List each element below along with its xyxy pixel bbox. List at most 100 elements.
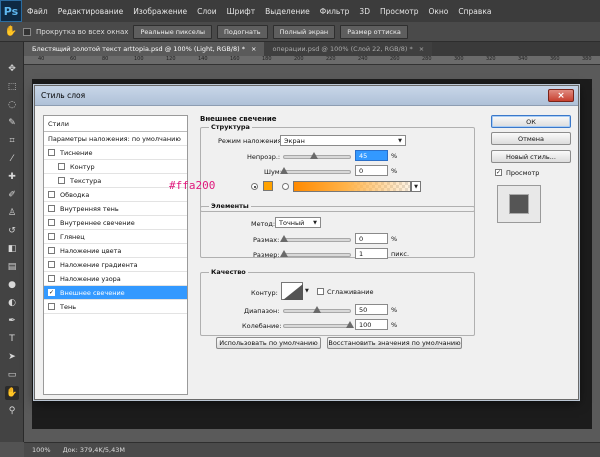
style-checkbox[interactable]: [48, 191, 55, 198]
chevron-down-icon[interactable]: ▼: [305, 288, 309, 294]
fill-screen-button[interactable]: Полный экран: [272, 24, 336, 39]
style-item[interactable]: Тень: [44, 300, 187, 314]
tab-document-2[interactable]: операции.psd @ 100% (Слой 22, RGB/8) * ×: [264, 42, 433, 56]
noise-slider[interactable]: [280, 167, 351, 174]
opacity-slider[interactable]: [283, 152, 351, 159]
scroll-all-checkbox[interactable]: [23, 27, 31, 36]
style-checkbox[interactable]: ✓: [48, 289, 55, 296]
quick-select-tool-icon[interactable]: ✎: [5, 116, 19, 130]
style-item[interactable]: Наложение градиента: [44, 258, 187, 272]
style-checkbox[interactable]: [48, 261, 55, 268]
range-slider[interactable]: [283, 306, 351, 313]
antialias-checkbox[interactable]: [317, 288, 324, 295]
blend-mode-select[interactable]: Экран ▼: [280, 135, 406, 146]
brush-tool-icon[interactable]: ✐: [5, 188, 19, 202]
glow-gradient-swatch[interactable]: [293, 181, 411, 192]
path-select-tool-icon[interactable]: ➤: [5, 350, 19, 364]
style-checkbox[interactable]: [48, 303, 55, 310]
style-item[interactable]: Текстура: [44, 174, 187, 188]
chevron-down-icon[interactable]: ▼: [411, 181, 421, 192]
style-item[interactable]: Обводка: [44, 188, 187, 202]
actual-pixels-button[interactable]: Реальные пикселы: [133, 24, 213, 39]
style-checkbox[interactable]: [58, 163, 65, 170]
opacity-slider-thumb[interactable]: [309, 152, 318, 159]
pen-tool-icon[interactable]: ✒: [5, 314, 19, 328]
type-tool-icon[interactable]: T: [5, 332, 19, 346]
eraser-tool-icon[interactable]: ◧: [5, 242, 19, 256]
zoom-tool-icon[interactable]: ⚲: [5, 404, 19, 418]
menu-item[interactable]: Просмотр: [375, 7, 424, 16]
menu-item[interactable]: Выделение: [260, 7, 315, 16]
style-item[interactable]: Тиснение: [44, 146, 187, 160]
zoom-level[interactable]: 100%: [32, 446, 51, 454]
menu-item[interactable]: Редактирование: [53, 7, 128, 16]
opacity-input[interactable]: 45: [355, 150, 388, 161]
close-icon[interactable]: ×: [419, 45, 424, 53]
new-style-button[interactable]: Новый стиль...: [491, 150, 571, 163]
menu-item[interactable]: Фильтр: [315, 7, 355, 16]
lasso-tool-icon[interactable]: ◌: [5, 98, 19, 112]
move-tool-icon[interactable]: ✥: [5, 62, 19, 76]
style-item[interactable]: Контур: [44, 160, 187, 174]
size-slider[interactable]: [280, 250, 351, 257]
gradient-tool-icon[interactable]: ▤: [5, 260, 19, 274]
spread-slider-thumb[interactable]: [280, 235, 288, 242]
size-slider-thumb[interactable]: [280, 250, 289, 257]
style-item[interactable]: Внутреннее свечение: [44, 216, 187, 230]
size-input[interactable]: 1: [355, 248, 388, 259]
tab-document-1[interactable]: Блестящий золотой текст arttopia.psd @ 1…: [24, 42, 265, 56]
style-checkbox[interactable]: [48, 275, 55, 282]
hand-tool-icon-panel[interactable]: ✋: [5, 386, 19, 400]
ok-button[interactable]: ОК: [491, 115, 571, 128]
jitter-slider-thumb[interactable]: [346, 321, 354, 328]
spread-input[interactable]: 0: [355, 233, 388, 244]
style-item[interactable]: Параметры наложения: по умолчанию: [44, 132, 187, 146]
spread-slider[interactable]: [280, 235, 351, 242]
style-checkbox[interactable]: [58, 177, 65, 184]
noise-input[interactable]: 0: [355, 165, 388, 176]
style-item[interactable]: Наложение узора: [44, 272, 187, 286]
styles-header[interactable]: Стили: [44, 116, 187, 132]
healing-tool-icon[interactable]: ✚: [5, 170, 19, 184]
style-checkbox[interactable]: [48, 247, 55, 254]
style-checkbox[interactable]: [48, 233, 55, 240]
close-icon[interactable]: ×: [251, 45, 256, 53]
method-select[interactable]: Точный ▼: [275, 217, 321, 228]
menu-item[interactable]: Слои: [192, 7, 222, 16]
fit-screen-button[interactable]: Подогнать: [217, 24, 268, 39]
history-brush-tool-icon[interactable]: ↺: [5, 224, 19, 238]
contour-preview[interactable]: [281, 282, 303, 300]
cancel-button[interactable]: Отмена: [491, 132, 571, 145]
style-item[interactable]: Наложение цвета: [44, 244, 187, 258]
reset-default-button[interactable]: Восстановить значения по умолчанию: [327, 337, 462, 349]
glow-color-swatch[interactable]: [263, 181, 273, 191]
menu-item[interactable]: Шрифт: [222, 7, 260, 16]
eyedropper-tool-icon[interactable]: ⁄: [5, 152, 19, 166]
print-size-button[interactable]: Размер оттиска: [340, 24, 408, 39]
gradient-radio[interactable]: [282, 183, 289, 190]
style-checkbox[interactable]: [48, 219, 55, 226]
make-default-button[interactable]: Использовать по умолчанию: [216, 337, 321, 349]
noise-slider-thumb[interactable]: [280, 167, 288, 174]
menu-item[interactable]: 3D: [354, 7, 375, 16]
solid-color-radio[interactable]: [251, 183, 258, 190]
style-checkbox[interactable]: [48, 149, 55, 156]
menu-item[interactable]: Справка: [453, 7, 496, 16]
preview-checkbox[interactable]: ✓: [495, 169, 502, 176]
jitter-slider[interactable]: [283, 321, 354, 328]
jitter-input[interactable]: 100: [355, 319, 388, 330]
dodge-tool-icon[interactable]: ◐: [5, 296, 19, 310]
range-slider-thumb[interactable]: [313, 306, 321, 313]
hand-tool-icon[interactable]: ✋: [4, 25, 18, 39]
blur-tool-icon[interactable]: ●: [5, 278, 19, 292]
menu-item[interactable]: Изображение: [128, 7, 192, 16]
range-input[interactable]: 50: [355, 304, 388, 315]
style-checkbox[interactable]: [48, 205, 55, 212]
menu-item[interactable]: Файл: [22, 7, 53, 16]
style-item[interactable]: Глянец: [44, 230, 187, 244]
menu-item[interactable]: Окно: [423, 7, 453, 16]
close-icon[interactable]: ×: [548, 89, 574, 102]
style-item[interactable]: ✓ Внешнее свечение: [44, 286, 187, 300]
stamp-tool-icon[interactable]: ♙: [5, 206, 19, 220]
style-item[interactable]: Внутренняя тень: [44, 202, 187, 216]
